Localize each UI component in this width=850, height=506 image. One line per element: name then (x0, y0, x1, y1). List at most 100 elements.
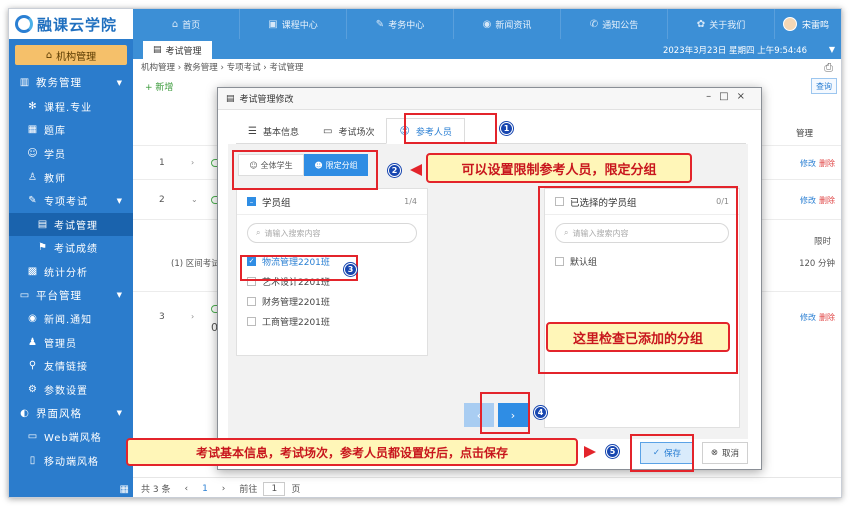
next-page-icon[interactable]: › (222, 484, 226, 494)
group-search-input[interactable]: ⌕ 请输入搜索内容 (247, 223, 417, 243)
group-checkbox[interactable] (247, 296, 256, 306)
exam-icon: ✎ (375, 18, 385, 30)
monitor-icon: ▭ (27, 431, 39, 443)
step-badge-3: 3 (344, 263, 357, 276)
sidebar-item-2[interactable]: ▦ 题库 (9, 118, 133, 142)
avatar (782, 17, 797, 31)
page-input[interactable]: 1 (263, 481, 286, 496)
current-page[interactable]: 1 (202, 484, 208, 494)
nav-links: ⌂ 首页 ▣ 课程中心 ✎ 考务中心 ◉ 新闻资讯 ✆ 通知公告 ✿ 关于我们 (133, 9, 775, 39)
tab-exam-session[interactable]: ▭ 考试场次 (311, 118, 386, 144)
tab-basic-info[interactable]: ☰ 基本信息 (236, 118, 311, 144)
breadcrumb-text: 机构管理 › 教务管理 › 专项考试 › 考试管理 (141, 63, 304, 73)
group-item[interactable]: 工商管理2201班 (237, 311, 427, 331)
sidebar-item-5[interactable]: ✎ 专项考试 ▼ (9, 189, 133, 213)
sidebar-item-12[interactable]: ⚲ 友情链接 (9, 354, 133, 378)
group-checkbox[interactable] (247, 316, 256, 326)
chevron-down-icon[interactable]: ⌄ (191, 195, 198, 204)
sidebar-item-7[interactable]: ⚑ 考试成绩 (9, 236, 133, 260)
cancel-button[interactable]: ⊗ 取消 (702, 442, 748, 464)
sidebar-item-4[interactable]: ♙ 教师 (9, 165, 133, 189)
highlight-participants-tab (404, 113, 497, 144)
callout-save: 考试基本信息，考试场次，参考人员都设置好后，点击保存 (126, 438, 578, 466)
nav-item-label: 通知公告 (602, 20, 639, 31)
chevron-right-icon[interactable]: › (191, 312, 194, 321)
row-number: 1 (159, 158, 165, 168)
nav-item-1[interactable]: ▣ 课程中心 (240, 9, 347, 39)
sidebar-item-0[interactable]: ▥ 教务管理 ▼ (9, 71, 133, 95)
edit-link[interactable]: 修改 (800, 313, 816, 322)
nav-item-2[interactable]: ✎ 考务中心 (347, 9, 454, 39)
select-all-checkbox[interactable]: – (247, 197, 256, 206)
chevron-right-icon[interactable]: › (191, 158, 194, 167)
sidebar-item-label: 友情链接 (44, 362, 88, 374)
sidebar-item-11[interactable]: ♟ 管理员 (9, 331, 133, 355)
delete-link[interactable]: 删除 (819, 196, 835, 205)
step-badge-4: 4 (534, 406, 547, 419)
sidebar-item-label: 统计分析 (44, 268, 88, 280)
tab-label: 基本信息 (262, 127, 299, 138)
pagination: 共 3 条 ‹ 1 › 前往 1 页 (133, 477, 841, 497)
sidebar-item-3[interactable]: ☺ 学员 (9, 142, 133, 166)
add-button[interactable]: + 新增 (145, 80, 173, 93)
user-menu[interactable]: 宋雷鸣 (782, 9, 829, 39)
sidebar-item-16[interactable]: ▯ 移动端风格 (9, 449, 133, 473)
edit-link[interactable]: 修改 (800, 159, 816, 168)
panel-title: 学员组 (262, 197, 291, 209)
limit-value: 120 分钟 (799, 259, 835, 269)
exam-icon: ✎ (28, 195, 38, 207)
highlight-segment (232, 150, 378, 190)
nav-item-5[interactable]: ✿ 关于我们 (668, 9, 775, 39)
row-actions: 修改 删除 (800, 312, 835, 323)
sidebar-item-10[interactable]: ◉ 新闻.通知 (9, 307, 133, 331)
group-item[interactable]: 财务管理2201班 (237, 291, 427, 311)
query-button[interactable]: 查询 (811, 78, 837, 94)
nav-item-0[interactable]: ⌂ 首页 (133, 9, 240, 39)
caret-down-icon: ▼ (116, 409, 123, 418)
top-nav: 融课云学院 ⌂ 首页 ▣ 课程中心 ✎ 考务中心 ◉ 新闻资讯 ✆ 通知公告 ✿ 关于我们 宋雷鸣 (9, 9, 841, 39)
platform-icon: ▭ (19, 289, 31, 301)
panel-header: – 学员组 1/4 (237, 189, 427, 215)
tab-exam-manage[interactable]: ▤ 考试管理 (143, 41, 212, 59)
mobile-icon: ▯ (29, 454, 37, 466)
sidebar-item-6[interactable]: ▤ 考试管理 (9, 212, 133, 237)
sidebar-item-label: 平台管理 (36, 289, 82, 302)
grid-icon[interactable]: ▦ (120, 484, 129, 495)
sidebar-item-label: 管理员 (44, 338, 77, 350)
sidebar-item-9[interactable]: ▭ 平台管理 ▼ (9, 283, 133, 307)
nav-item-label: 考务中心 (388, 20, 425, 31)
close-icon[interactable]: × (737, 91, 753, 102)
monitor-icon: ▭ (322, 125, 333, 137)
maximize-icon[interactable]: □ (719, 91, 736, 102)
nav-item-4[interactable]: ✆ 通知公告 (561, 9, 668, 39)
delete-link[interactable]: 删除 (819, 313, 835, 322)
org-manage-label: 机构管理 (56, 51, 97, 63)
nav-item-label: 新闻资讯 (495, 20, 532, 31)
caret-down-icon: ▼ (116, 78, 123, 87)
detail-text: (1) 区间考试 (171, 259, 220, 269)
sidebar-item-8[interactable]: ▩ 统计分析 (9, 260, 133, 284)
edit-link[interactable]: 修改 (800, 196, 816, 205)
sidebar-item-15[interactable]: ▭ Web端风格 (9, 425, 133, 449)
window-controls: –□× (706, 91, 753, 102)
sidebar-item-label: 教师 (44, 173, 66, 185)
nav-item-3[interactable]: ◉ 新闻资讯 (454, 9, 561, 39)
minimize-icon[interactable]: – (706, 91, 719, 102)
news-icon: ◉ (28, 313, 38, 325)
logo-icon (15, 15, 33, 33)
print-icon[interactable]: ⎙ (824, 61, 833, 75)
sidebar-item-1[interactable]: ✻ 课程.专业 (9, 95, 133, 119)
sidebar-item-label: 考试管理 (54, 220, 98, 232)
highlight-transfer-buttons (480, 392, 530, 434)
prev-page-icon[interactable]: ‹ (184, 484, 188, 494)
org-manage-button[interactable]: ⌂ 机构管理 (15, 45, 127, 65)
delete-link[interactable]: 删除 (819, 159, 835, 168)
sidebar-item-13[interactable]: ⚙ 参数设置 (9, 378, 133, 402)
total-count: 共 3 条 (141, 485, 171, 495)
nav-item-label: 课程中心 (281, 20, 318, 31)
sidebar-item-14[interactable]: ◐ 界面风格 ▼ (9, 401, 133, 425)
panel-count: 1/4 (404, 197, 417, 206)
org-icon: ⌂ (45, 49, 53, 61)
chevron-down-icon[interactable]: ▼ (829, 45, 835, 54)
admin-icon: ♟ (28, 336, 38, 348)
